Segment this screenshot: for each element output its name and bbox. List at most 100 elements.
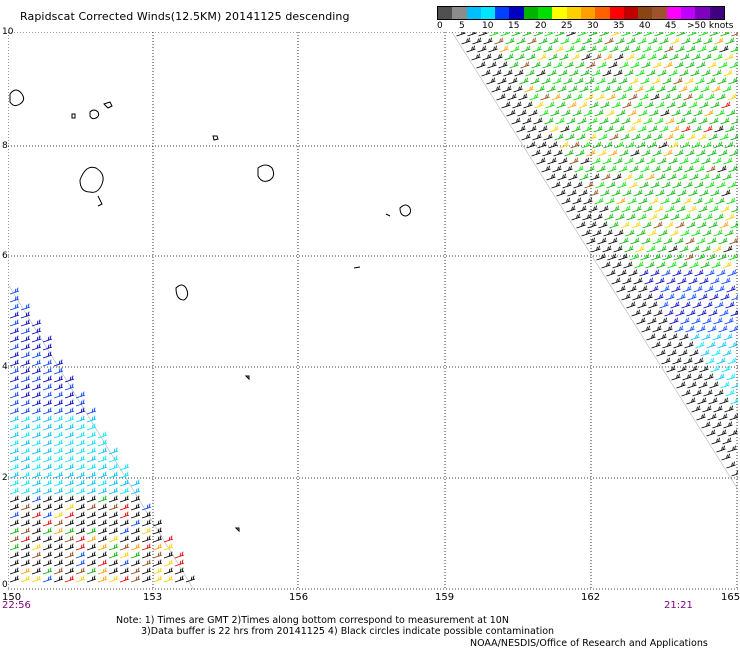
wind-barb	[627, 109, 637, 117]
wind-barb	[695, 165, 705, 173]
wind-barb	[152, 527, 163, 535]
wind-barb	[97, 455, 108, 463]
wind-barb	[549, 37, 559, 45]
wind-barb	[694, 357, 704, 365]
wind-barb	[728, 341, 738, 349]
wind-barb	[108, 519, 119, 527]
wind-barb	[651, 253, 661, 261]
wind-barb	[599, 117, 609, 125]
wind-barb	[75, 407, 86, 415]
lat-label: 2	[2, 473, 8, 483]
wind-barb	[727, 181, 737, 189]
wind-barb	[660, 285, 670, 293]
wind-barb	[678, 173, 688, 181]
wind-barb	[42, 559, 53, 567]
wind-barb	[715, 285, 725, 293]
wind-barb	[693, 373, 703, 381]
wind-barb	[689, 85, 699, 93]
wind-barb	[727, 269, 737, 277]
wind-barb	[130, 479, 141, 487]
wind-barb	[615, 37, 625, 45]
wind-barb	[531, 61, 541, 69]
wind-barb	[686, 45, 696, 53]
wind-barb	[688, 101, 698, 109]
wind-barb	[722, 173, 732, 181]
wind-barb	[639, 181, 649, 189]
wind-barb	[686, 309, 696, 317]
wind-barb	[97, 567, 108, 575]
wind-barb	[97, 511, 108, 519]
wind-barb	[97, 447, 108, 455]
wind-barb	[570, 141, 580, 149]
wind-barb	[119, 511, 130, 519]
wind-barb	[520, 61, 530, 69]
wind-barb	[724, 317, 734, 325]
wind-barb	[691, 141, 701, 149]
wind-barb	[607, 253, 617, 261]
wind-barb	[163, 535, 174, 543]
wind-barb	[563, 165, 573, 173]
wind-barb	[20, 551, 31, 559]
wind-barb	[20, 359, 31, 367]
wind-barb	[141, 527, 152, 535]
wind-barb	[9, 519, 20, 527]
wind-barb	[549, 125, 559, 133]
wind-barb	[575, 61, 585, 69]
wind-barb	[119, 495, 130, 503]
wind-barb	[579, 85, 589, 93]
wind-barb	[714, 213, 724, 221]
footnote-line: 3)Data buffer is 22 hrs from 20141125 4)…	[141, 626, 555, 637]
wind-barb	[119, 479, 130, 487]
wind-barb	[31, 511, 42, 519]
wind-barb	[646, 245, 656, 253]
wind-barb	[152, 551, 163, 559]
wind-barb	[506, 109, 516, 117]
wind-barb	[721, 101, 731, 109]
wind-barb	[633, 277, 643, 285]
wind-barb	[575, 149, 585, 157]
wind-barb	[31, 495, 42, 503]
colorbar-swatch	[623, 7, 639, 19]
wind-barb	[639, 93, 649, 101]
wind-barb	[706, 253, 716, 261]
wind-barb	[692, 37, 702, 45]
wind-barb	[119, 471, 130, 479]
wind-barb	[578, 189, 588, 197]
wind-barb	[697, 133, 707, 141]
wind-barb	[471, 53, 481, 61]
wind-barb	[9, 471, 20, 479]
wind-barb	[646, 333, 656, 341]
wind-barb	[722, 261, 732, 269]
wind-barb	[667, 173, 677, 181]
wind-barb	[666, 277, 676, 285]
wind-barb	[86, 423, 97, 431]
wind-barb	[593, 213, 603, 221]
wind-barb	[632, 293, 642, 301]
wind-barb	[619, 149, 629, 157]
wind-barb	[53, 391, 64, 399]
wind-barb	[553, 149, 563, 157]
wind-barb	[31, 319, 42, 327]
wind-barb	[31, 391, 42, 399]
wind-barb	[571, 125, 581, 133]
wind-barb	[708, 309, 718, 317]
wind-barb	[586, 237, 596, 245]
wind-barb	[718, 149, 728, 157]
wind-barb	[467, 32, 477, 37]
wind-barb	[9, 447, 20, 455]
wind-barb	[566, 32, 576, 37]
wind-barb	[557, 85, 567, 93]
wind-barb	[53, 575, 64, 583]
wind-barb	[572, 109, 582, 117]
wind-barb	[489, 32, 499, 37]
wind-barb	[75, 439, 86, 447]
wind-barb	[682, 373, 692, 381]
wind-barb	[678, 349, 688, 357]
wind-barb	[64, 567, 75, 575]
wind-barb	[20, 519, 31, 527]
wind-barb	[616, 197, 626, 205]
wind-barb	[708, 45, 718, 53]
wind-barb	[97, 535, 108, 543]
colorbar-swatch	[695, 7, 710, 19]
island-outline	[212, 135, 219, 141]
